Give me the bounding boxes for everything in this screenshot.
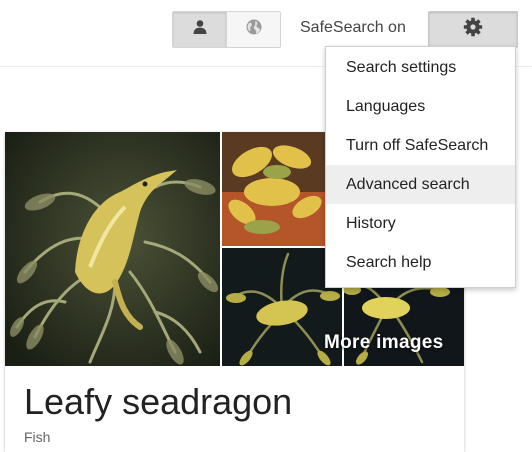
entity-title: Leafy seadragon <box>24 381 293 422</box>
seadragon-image-2[interactable] <box>222 132 325 246</box>
safesearch-status-text: SafeSearch on <box>300 19 406 36</box>
settings-button[interactable] <box>428 11 518 48</box>
entity-subtitle: Fish <box>24 429 51 445</box>
menu-item-languages[interactable]: Languages <box>326 87 515 126</box>
menu-item-advanced-search[interactable]: Advanced search <box>326 165 515 204</box>
seadragon-image-main[interactable] <box>5 132 220 366</box>
menu-item-turn-off-safesearch[interactable]: Turn off SafeSearch <box>326 126 515 165</box>
personal-results-button[interactable] <box>173 12 226 47</box>
person-icon <box>192 19 208 40</box>
more-images-link[interactable]: More images <box>324 332 443 354</box>
account-toggle-group <box>172 11 281 48</box>
menu-item-search-settings[interactable]: Search settings <box>326 48 515 87</box>
menu-item-history[interactable]: History <box>326 204 515 243</box>
globe-icon <box>245 18 263 41</box>
settings-dropdown-menu: Search settings Languages Turn off SafeS… <box>325 46 516 288</box>
gear-icon <box>463 17 483 42</box>
menu-item-search-help[interactable]: Search help <box>326 243 515 282</box>
global-results-button[interactable] <box>226 12 280 47</box>
